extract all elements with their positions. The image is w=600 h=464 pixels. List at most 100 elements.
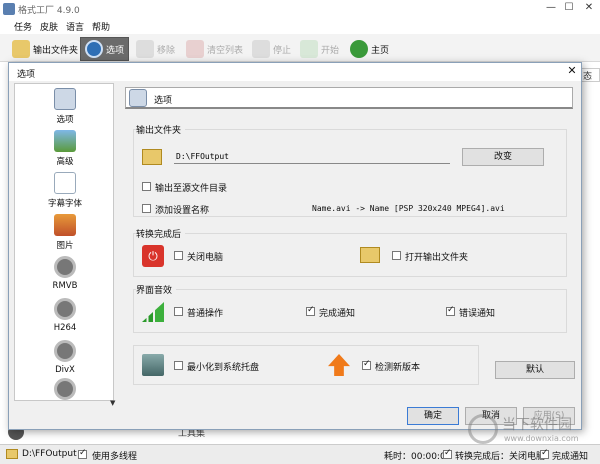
output-to-source-label: 输出至源文件目录 xyxy=(155,184,228,194)
app-title: 格式工厂 4.9.0 xyxy=(18,6,80,16)
remove-button[interactable]: 移除 xyxy=(136,38,175,60)
open-folder-icon xyxy=(360,247,380,263)
menu-language[interactable]: 语言 xyxy=(66,20,84,33)
minimize-tray-label: 最小化到系统托盘 xyxy=(187,363,260,373)
shutdown-checkbox[interactable] xyxy=(174,251,183,260)
minimize-icon[interactable]: — xyxy=(544,2,558,14)
dialog-titlebar: 选项 ✕ xyxy=(9,63,581,81)
complete-notice-sound-label: 完成通知 xyxy=(319,309,356,319)
default-button[interactable]: 默认 xyxy=(495,361,575,379)
film-reel-icon xyxy=(54,298,76,320)
elapsed-time: 耗时：00:00:00 xyxy=(384,452,452,462)
folder-icon xyxy=(142,149,162,165)
app-titlebar: 格式工厂 4.9.0 — ☐ ✕ xyxy=(0,0,600,18)
menu-help[interactable]: 帮助 xyxy=(92,20,110,33)
sidebar-item-xvid[interactable] xyxy=(15,378,115,403)
normal-sound-checkbox[interactable] xyxy=(174,307,183,316)
film-reel-icon xyxy=(54,256,76,278)
after-convert-checkbox[interactable] xyxy=(443,448,452,459)
sidebar-item-advanced[interactable]: 高级 xyxy=(15,130,115,167)
shutdown-label: 关闭电脑 xyxy=(187,253,224,263)
after-convert-label: 转换完成后：关闭电脑 xyxy=(455,452,546,462)
remove-icon xyxy=(136,40,154,58)
update-arrow-icon xyxy=(328,354,350,376)
options-dialog: 选项 ✕ 选项 高级 字幕字体 图片 RMVB H264 DivX ▼ 选项 输… xyxy=(8,62,582,430)
advanced-image-icon xyxy=(54,130,76,152)
play-icon xyxy=(300,40,318,58)
after-conversion-group-title: 转换完成后 xyxy=(136,227,186,240)
sidebar-scroll-down-icon[interactable]: ▼ xyxy=(110,399,115,407)
complete-notice-checkbox[interactable] xyxy=(540,448,549,459)
close-icon[interactable]: ✕ xyxy=(582,2,596,14)
menu-skin[interactable]: 皮肤 xyxy=(40,20,58,33)
menubar: 任务 皮肤 语言 帮助 xyxy=(0,18,600,34)
tray-monitor-icon xyxy=(142,354,164,376)
output-path-input[interactable] xyxy=(174,150,450,164)
sidebar-item-divx[interactable]: DivX xyxy=(15,340,115,375)
add-settings-name-checkbox[interactable] xyxy=(142,204,151,213)
sidebar-item-options[interactable]: 选项 xyxy=(15,88,115,125)
home-icon xyxy=(350,40,368,58)
sidebar-item-h264[interactable]: H264 xyxy=(15,298,115,333)
change-button[interactable]: 改变 xyxy=(462,148,544,166)
open-output-label: 打开输出文件夹 xyxy=(405,253,469,263)
check-update-label: 检测新版本 xyxy=(375,363,421,373)
app-logo-icon xyxy=(3,3,15,15)
multithread-label: 使用多线程 xyxy=(92,452,138,462)
clear-icon xyxy=(186,40,204,58)
home-button[interactable]: 主页 xyxy=(350,38,389,60)
sidebar-item-subtitle-font[interactable]: 字幕字体 xyxy=(15,172,115,209)
misc-group: 最小化到系统托盘 检测新版本 xyxy=(133,345,479,385)
stop-button[interactable]: 停止 xyxy=(252,38,291,60)
gear-icon xyxy=(85,40,103,58)
complete-notice-label: 完成通知 xyxy=(552,452,589,462)
complete-notice-sound-checkbox[interactable] xyxy=(306,305,315,316)
clear-list-button[interactable]: 清空列表 xyxy=(186,38,243,60)
output-folder-group-title: 输出文件夹 xyxy=(136,123,186,136)
after-conversion-group: 转换完成后 ⏻ 关闭电脑 打开输出文件夹 xyxy=(133,227,567,277)
folder-small-icon xyxy=(6,449,18,459)
interface-sound-group-title: 界面音效 xyxy=(136,283,177,296)
open-output-checkbox[interactable] xyxy=(392,251,401,260)
normal-sound-label: 普通操作 xyxy=(187,309,224,319)
status-column-tab[interactable]: 态 xyxy=(580,68,600,82)
add-settings-name-label: 添加设置名称 xyxy=(155,206,210,216)
output-folder-button[interactable]: 输出文件夹 xyxy=(12,38,78,60)
font-document-icon xyxy=(54,172,76,194)
options-sidebar: 选项 高级 字幕字体 图片 RMVB H264 DivX ▼ xyxy=(14,83,115,407)
options-header-icon xyxy=(129,89,147,107)
film-reel-icon xyxy=(54,378,76,400)
picture-icon xyxy=(54,214,76,236)
watermark-logo-icon xyxy=(468,414,498,444)
menu-task[interactable]: 任务 xyxy=(14,20,32,33)
start-button[interactable]: 开始 xyxy=(300,38,339,60)
error-notice-label: 错误通知 xyxy=(459,309,496,319)
right-pane xyxy=(582,62,600,442)
options-gear-icon xyxy=(54,88,76,110)
toolbar: 输出文件夹 选项 移除 清空列表 停止 开始 主页 xyxy=(0,34,600,62)
output-to-source-checkbox[interactable] xyxy=(142,182,151,191)
output-folder-group: 输出文件夹 改变 输出至源文件目录 添加设置名称 Name.avi -> Nam… xyxy=(133,123,567,217)
maximize-icon[interactable]: ☐ xyxy=(562,2,576,14)
minimize-tray-checkbox[interactable] xyxy=(174,361,183,370)
folder-icon xyxy=(12,40,30,58)
sidebar-item-picture[interactable]: 图片 xyxy=(15,214,115,251)
options-button[interactable]: 选项 xyxy=(80,37,130,61)
signal-bars-icon xyxy=(142,302,164,322)
options-header: 选项 xyxy=(125,87,573,109)
multithread-checkbox[interactable] xyxy=(78,448,87,459)
options-content: 选项 输出文件夹 改变 输出至源文件目录 添加设置名称 Name.avi -> … xyxy=(119,83,581,401)
check-update-checkbox[interactable] xyxy=(362,359,371,370)
error-notice-checkbox[interactable] xyxy=(446,305,455,316)
ok-button[interactable]: 确定 xyxy=(407,407,459,425)
film-reel-icon xyxy=(54,340,76,362)
dialog-close-icon[interactable]: ✕ xyxy=(565,64,579,78)
site-watermark: 当下软件园 www.downxia.com xyxy=(468,410,598,450)
watermark-url: www.downxia.com xyxy=(504,434,579,443)
watermark-cn: 当下软件园 xyxy=(502,417,572,433)
status-path: D:\FFOutput xyxy=(22,449,77,459)
dialog-title: 选项 xyxy=(17,70,36,80)
sidebar-item-rmvb[interactable]: RMVB xyxy=(15,256,115,291)
options-header-label: 选项 xyxy=(154,96,173,106)
interface-sound-group: 界面音效 普通操作 完成通知 错误通知 xyxy=(133,283,567,333)
